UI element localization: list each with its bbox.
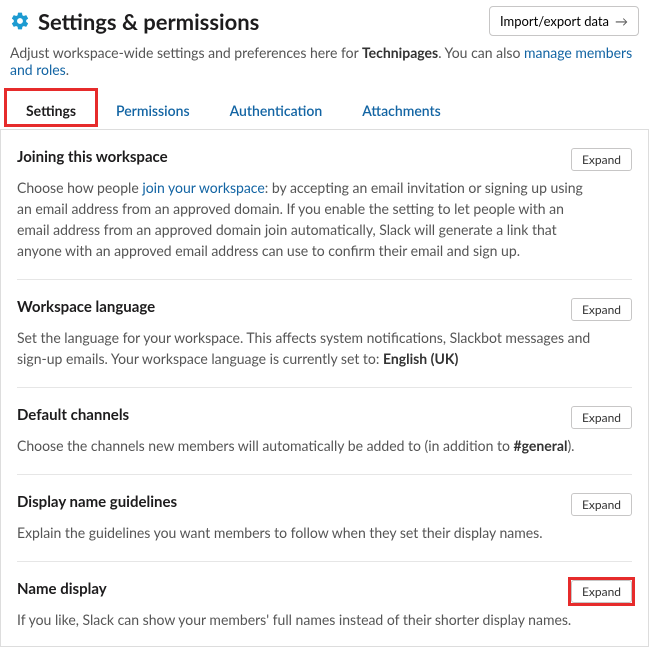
expand-button-default-channels[interactable]: Expand <box>571 406 632 429</box>
workspace-name: Technipages <box>362 44 438 61</box>
current-language: English (UK) <box>383 350 458 367</box>
section-title-display-guidelines: Display name guidelines <box>17 493 177 511</box>
section-name-display: Name display Expand If you like, Slack c… <box>17 562 632 636</box>
tab-authentication[interactable]: Authentication <box>210 92 343 129</box>
expand-button-joining[interactable]: Expand <box>571 148 632 171</box>
expand-button-language[interactable]: Expand <box>571 298 632 321</box>
section-desc-default-channels: Choose the channels new members will aut… <box>17 435 632 456</box>
expand-button-display-guidelines[interactable]: Expand <box>571 493 632 516</box>
section-title-joining: Joining this workspace <box>17 148 168 166</box>
tab-settings[interactable]: Settings <box>6 92 96 129</box>
section-joining-workspace: Joining this workspace Expand Choose how… <box>17 130 632 280</box>
arrow-right-icon: → <box>615 13 628 29</box>
subheader-text: Adjust workspace-wide settings and prefe… <box>0 36 649 88</box>
section-desc-joining: Choose how people join your workspace: b… <box>17 177 632 261</box>
section-default-channels: Default channels Expand Choose the chann… <box>17 388 632 475</box>
section-display-guidelines: Display name guidelines Expand Explain t… <box>17 475 632 562</box>
page-title: Settings & permissions <box>38 8 259 35</box>
tab-permissions[interactable]: Permissions <box>96 92 210 129</box>
section-title-default-channels: Default channels <box>17 406 129 424</box>
expand-button-name-display[interactable]: Expand <box>571 580 632 603</box>
section-title-name-display: Name display <box>17 580 107 598</box>
import-export-label: Import/export data <box>500 13 609 29</box>
tabs-nav: SettingsPermissionsAuthenticationAttachm… <box>0 92 649 130</box>
import-export-button[interactable]: Import/export data → <box>489 6 639 36</box>
section-desc-display-guidelines: Explain the guidelines you want members … <box>17 522 632 543</box>
section-desc-language: Set the language for your workspace. Thi… <box>17 327 632 369</box>
join-workspace-link[interactable]: join your workspace <box>142 179 264 196</box>
section-desc-name-display: If you like, Slack can show your members… <box>17 609 632 630</box>
gear-icon <box>10 11 30 31</box>
section-title-language: Workspace language <box>17 298 155 316</box>
section-workspace-language: Workspace language Expand Set the langua… <box>17 280 632 388</box>
sections-container: Joining this workspace Expand Choose how… <box>0 130 649 647</box>
tab-attachments[interactable]: Attachments <box>342 92 461 129</box>
general-channel: #general <box>513 437 567 454</box>
